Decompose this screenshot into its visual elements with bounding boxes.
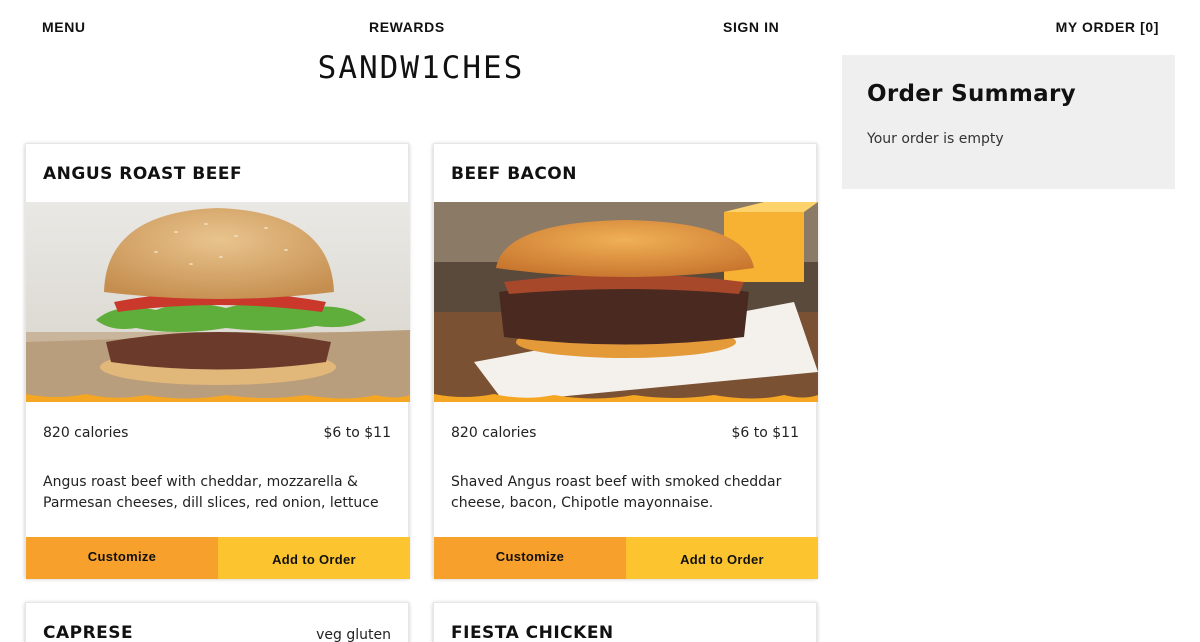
product-description: Angus roast beef with cheddar, mozzarell… <box>43 474 379 511</box>
nav-rewards-link[interactable]: REWARDS <box>369 19 445 35</box>
nav-my-order-link[interactable]: MY ORDER [0] <box>1056 19 1159 35</box>
nav-menu-link[interactable]: MENU <box>42 19 86 35</box>
nav-sign-in-link[interactable]: SIGN IN <box>723 19 779 35</box>
product-calories: 820 calories <box>43 425 129 441</box>
product-name: ANGUS ROAST BEEF <box>43 164 243 184</box>
order-summary-panel: Order Summary Your order is empty <box>842 55 1175 189</box>
product-actions: Customize Add to Order <box>26 537 410 579</box>
customize-button[interactable]: Customize <box>26 537 218 579</box>
product-name: BEEF BACON <box>451 164 577 184</box>
product-image-angus-roast-beef <box>26 202 410 402</box>
page-title: SANDW1CHES <box>317 50 525 86</box>
product-calories: 820 calories <box>451 425 537 441</box>
product-image-beef-bacon <box>434 202 818 402</box>
product-price: $6 to $11 <box>731 425 800 441</box>
order-summary-title: Order Summary <box>867 81 1076 107</box>
product-name: CAPRESE <box>43 623 134 642</box>
product-name: FIESTA CHICKEN <box>451 623 614 642</box>
top-nav: MENU REWARDS SIGN IN MY ORDER [0] <box>0 0 1200 54</box>
product-card-fiesta-chicken: FIESTA CHICKEN <box>433 602 817 642</box>
product-description: Shaved Angus roast beef with smoked ched… <box>451 474 782 511</box>
product-actions: Customize Add to Order <box>434 537 818 579</box>
product-tags: veg gluten <box>316 627 391 642</box>
customize-button[interactable]: Customize <box>434 537 626 579</box>
order-empty-message: Your order is empty <box>867 131 1004 147</box>
product-card-angus-roast-beef: ANGUS ROAST BEEF 820 calories $6 to $11 … <box>25 143 410 579</box>
product-card-beef-bacon: BEEF BACON 820 calories $6 to $11 Shaved… <box>433 143 818 579</box>
product-price: $6 to $11 <box>323 425 392 441</box>
add-to-order-button[interactable]: Add to Order <box>218 537 410 579</box>
product-card-caprese: CAPRESE veg gluten <box>25 602 409 642</box>
add-to-order-button[interactable]: Add to Order <box>626 537 818 579</box>
